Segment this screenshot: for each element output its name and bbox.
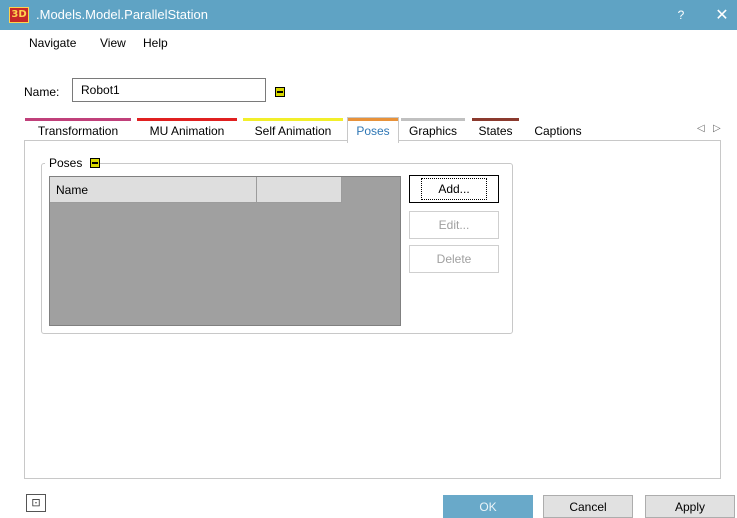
tab-poses[interactable]: Poses [347, 117, 399, 143]
tab-label: States [478, 124, 513, 138]
ok-button[interactable]: OK [443, 495, 533, 518]
dock-window-icon[interactable]: ⊡ [26, 494, 46, 512]
tab-self-animation[interactable]: Self Animation [243, 118, 343, 140]
tab-color-bar [137, 118, 237, 121]
name-label: Name: [24, 85, 60, 99]
tab-color-bar [401, 118, 465, 121]
poses-group-legend: Poses [45, 155, 100, 171]
tab-label: Captions [534, 124, 582, 138]
column-header-extra[interactable] [257, 177, 342, 203]
poses-collapse-toggle-icon[interactable] [89, 158, 100, 168]
tab-transformation[interactable]: Transformation [25, 118, 131, 140]
poses-table[interactable]: Name [49, 176, 401, 326]
tab-label: Graphics [408, 124, 458, 138]
delete-button[interactable]: Delete [409, 245, 499, 273]
apply-button[interactable]: Apply [645, 495, 735, 518]
name-collapse-toggle-icon[interactable] [275, 87, 285, 97]
poses-group-title: Poses [49, 156, 83, 170]
tab-mu-animation[interactable]: MU Animation [137, 118, 237, 140]
tab-captions[interactable]: Captions [526, 118, 590, 140]
name-input[interactable] [72, 78, 266, 102]
app-3d-icon: 3D [9, 7, 29, 23]
tab-label: Transformation [37, 124, 119, 138]
help-button[interactable]: ? [669, 0, 693, 30]
add-button-label: Add... [421, 178, 487, 200]
edit-button[interactable]: Edit... [409, 211, 499, 239]
title-bar: 3D .Models.Model.ParallelStation ? ✕ [0, 0, 737, 30]
tab-label: Self Animation [254, 124, 332, 138]
tab-graphics[interactable]: Graphics [401, 118, 465, 140]
menu-help[interactable]: Help [143, 36, 168, 50]
window-title: .Models.Model.ParallelStation [36, 7, 208, 22]
tab-color-bar [25, 118, 131, 121]
tab-scroll-right-icon[interactable]: ▷ [713, 123, 721, 134]
tab-label: MU Animation [149, 124, 225, 138]
column-header-name[interactable]: Name [50, 177, 257, 203]
tab-states[interactable]: States [472, 118, 519, 140]
close-button[interactable]: ✕ [707, 0, 737, 30]
tab-color-bar [472, 118, 519, 121]
tab-label: Poses [356, 124, 390, 138]
cancel-button[interactable]: Cancel [543, 495, 633, 518]
tab-scroll-left-icon[interactable]: ◁ [697, 123, 705, 134]
add-button[interactable]: Add... [409, 175, 499, 203]
menu-view[interactable]: View [100, 36, 126, 50]
tab-color-bar [348, 118, 398, 121]
menu-navigate[interactable]: Navigate [29, 36, 76, 50]
tab-color-bar [243, 118, 343, 121]
